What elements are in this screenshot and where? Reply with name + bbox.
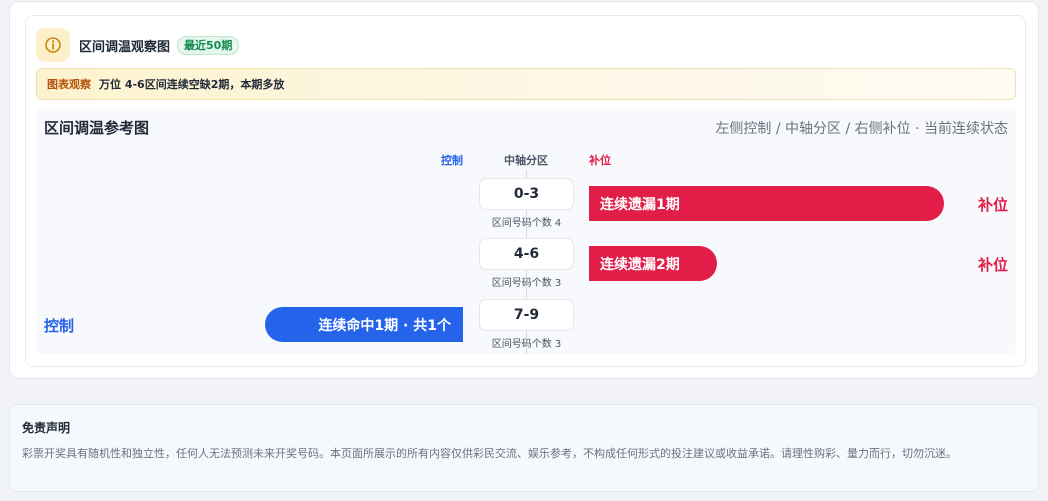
chart-subtitle: 左侧控制 / 中轴分区 / 右侧补位 · 当前连续状态 [715, 121, 1008, 137]
zone-count-4-6: 区间号码个数 3 [491, 278, 562, 289]
observation-tag: 图表观察 [47, 78, 91, 91]
zone-range-4-6: 4-6 [479, 238, 574, 270]
card-title: 区间调温观察图 [79, 39, 171, 55]
disclaimer-panel: 免责声明 彩票开奖具有随机性和独立性，任何人无法预测未来开奖号码。本页面所展示的… [9, 404, 1039, 492]
supplement-bar-0-3: 连续遗漏1期 [589, 186, 944, 221]
zone-range-7-9: 7-9 [479, 299, 574, 331]
period-badge: 最近50期 [177, 35, 240, 55]
chart-title: 区间调温参考图 [44, 119, 150, 137]
disclaimer-text: 彩票开奖具有随机性和独立性，任何人无法预测未来开奖号码。本页面所展示的所有内容仅… [22, 447, 957, 460]
side-label-0-3: 补位 [977, 196, 1008, 214]
info-circle-icon [45, 37, 61, 53]
info-icon-wrap [36, 28, 70, 62]
disclaimer-title: 免责声明 [22, 421, 71, 435]
control-bar-7-9: 连续命中1期 · 共1个 [265, 307, 463, 342]
zone-count-0-3: 区间号码个数 4 [491, 218, 562, 229]
column-header-control: 控制 [441, 154, 463, 167]
supplement-bar-4-6: 连续遗漏2期 [589, 246, 717, 281]
zone-count-7-9: 区间号码个数 3 [491, 339, 562, 350]
zone-chart: 区间调温参考图 左侧控制 / 中轴分区 / 右侧补位 · 当前连续状态 控制 中… [36, 108, 1016, 354]
zone-range-0-3: 0-3 [479, 178, 574, 210]
observation-text: 万位 4-6区间连续空缺2期，本期多放 [99, 78, 285, 91]
side-label-4-6: 补位 [977, 256, 1008, 274]
chart-card: 区间调温观察图 最近50期 图表观察 万位 4-6区间连续空缺2期，本期多放 区… [25, 15, 1026, 367]
column-header-supplement: 补位 [589, 154, 611, 167]
zone-temperature-card: 区间调温观察图 最近50期 图表观察 万位 4-6区间连续空缺2期，本期多放 区… [9, 1, 1039, 379]
card-header: 区间调温观察图 最近50期 [36, 28, 240, 62]
observation-banner: 图表观察 万位 4-6区间连续空缺2期，本期多放 [36, 68, 1016, 100]
column-header-axis: 中轴分区 [504, 154, 548, 167]
side-label-7-9: 控制 [44, 317, 75, 335]
